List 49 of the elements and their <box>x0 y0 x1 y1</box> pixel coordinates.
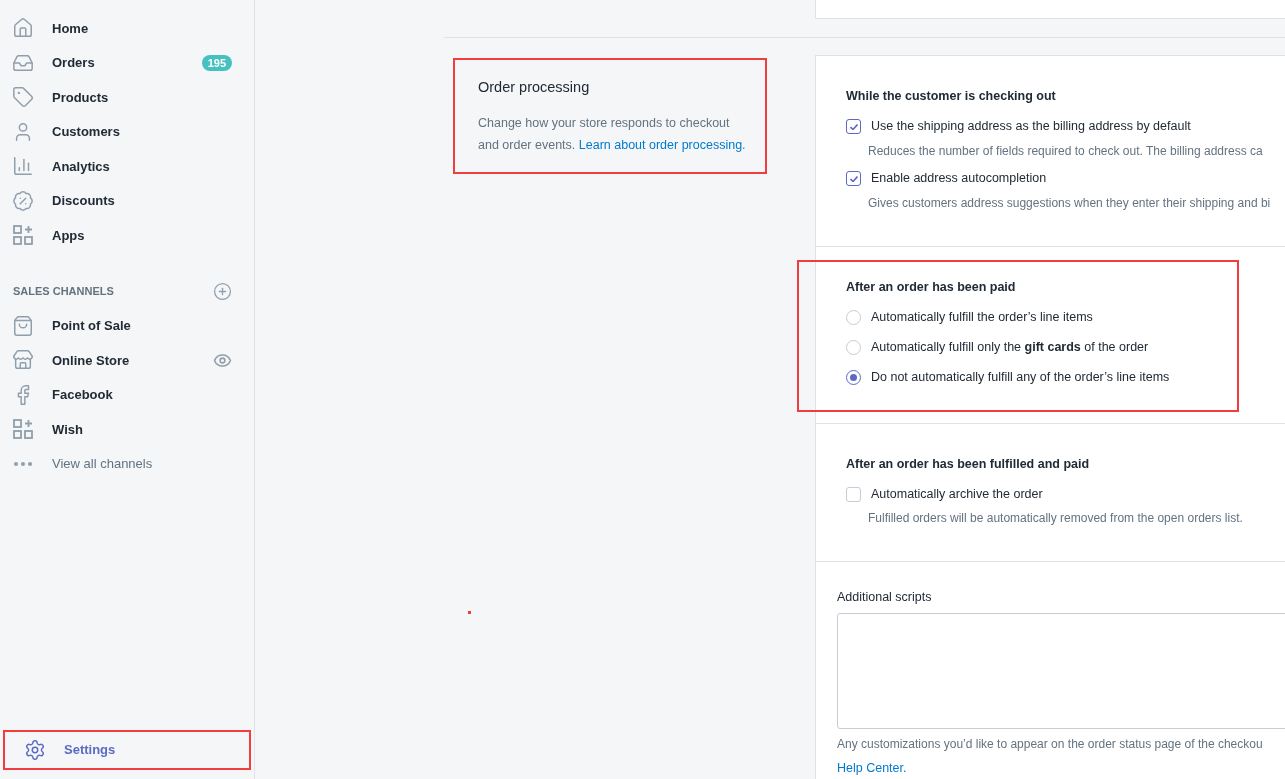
nav-item[interactable]: Apps <box>0 218 254 253</box>
count-badge: 195 <box>201 54 232 71</box>
apps-grid-icon <box>12 224 34 247</box>
nav-item[interactable]: Settings <box>12 732 251 767</box>
group-title: After an order has been fulfilled and paid <box>846 455 1091 473</box>
section-heading: SALES CHANNELS <box>13 284 114 300</box>
help-center-link[interactable]: Help Center. <box>837 759 907 778</box>
option-label: Use the shipping address as the billing address by default <box>871 118 1191 136</box>
bar-chart-icon <box>12 155 34 178</box>
nav-item[interactable]: Wish <box>0 412 254 447</box>
option-label: Automatically fulfill only the gift cards of the order <box>871 339 1149 357</box>
nav-item[interactable]: Facebook <box>0 377 254 412</box>
radio-button[interactable] <box>846 370 861 385</box>
nav-item[interactable]: Online Store <box>0 343 254 378</box>
percent-badge-icon <box>12 189 34 212</box>
house-icon <box>12 17 34 40</box>
tag-icon <box>12 86 34 109</box>
group-title: After an order has been paid <box>846 278 1017 296</box>
more-icon <box>14 461 32 466</box>
add-icon[interactable] <box>213 282 232 301</box>
help-text: Fulfilled orders will be automatically removed from the open orders list. <box>868 510 1244 528</box>
store-icon <box>12 349 34 372</box>
option-label: Automatically archive the order <box>871 485 1043 503</box>
option-label: Automatically fulfill the order’s line items <box>871 309 1093 327</box>
field-label: Additional scripts <box>837 589 933 607</box>
settings-icon <box>24 738 46 761</box>
nav-item[interactable]: Analytics <box>0 149 254 184</box>
group-title: While the customer is checking out <box>846 88 1057 105</box>
option-label: Do not automatically fulfill any of the order’s line items <box>871 369 1170 387</box>
nav-item[interactable]: Customers <box>0 114 254 149</box>
checkmark-icon <box>849 175 858 182</box>
apps-grid-icon <box>12 418 34 441</box>
checkbox[interactable] <box>846 171 861 187</box>
help-text: Reduces the number of fields required to check out. The billing address ca <box>868 142 1264 160</box>
checkmark-icon <box>849 123 858 130</box>
nav-item[interactable]: Point of Sale <box>0 308 254 343</box>
checkbox[interactable] <box>846 119 861 135</box>
nav-item[interactable]: Discounts <box>0 183 254 218</box>
nav-item[interactable]: Orders 195 <box>0 45 254 80</box>
option-label: Enable address autocompletion <box>871 170 1047 188</box>
section-description: Change how your store responds to checkout and order events. Learn about order processing. <box>478 114 747 154</box>
annotation-mark <box>468 611 471 614</box>
help-text: Any customizations you’d like to appear on the order status page of the checkou <box>837 736 1264 753</box>
view-all-link[interactable]: View all channels <box>0 446 153 481</box>
section-title: Order processing <box>478 78 591 97</box>
nav-item[interactable]: Home <box>0 11 254 46</box>
nav-item[interactable]: Products <box>0 80 254 115</box>
shopping-bag-icon <box>12 314 34 337</box>
help-text: Gives customers address suggestions when they enter their shipping and bi <box>868 194 1272 212</box>
